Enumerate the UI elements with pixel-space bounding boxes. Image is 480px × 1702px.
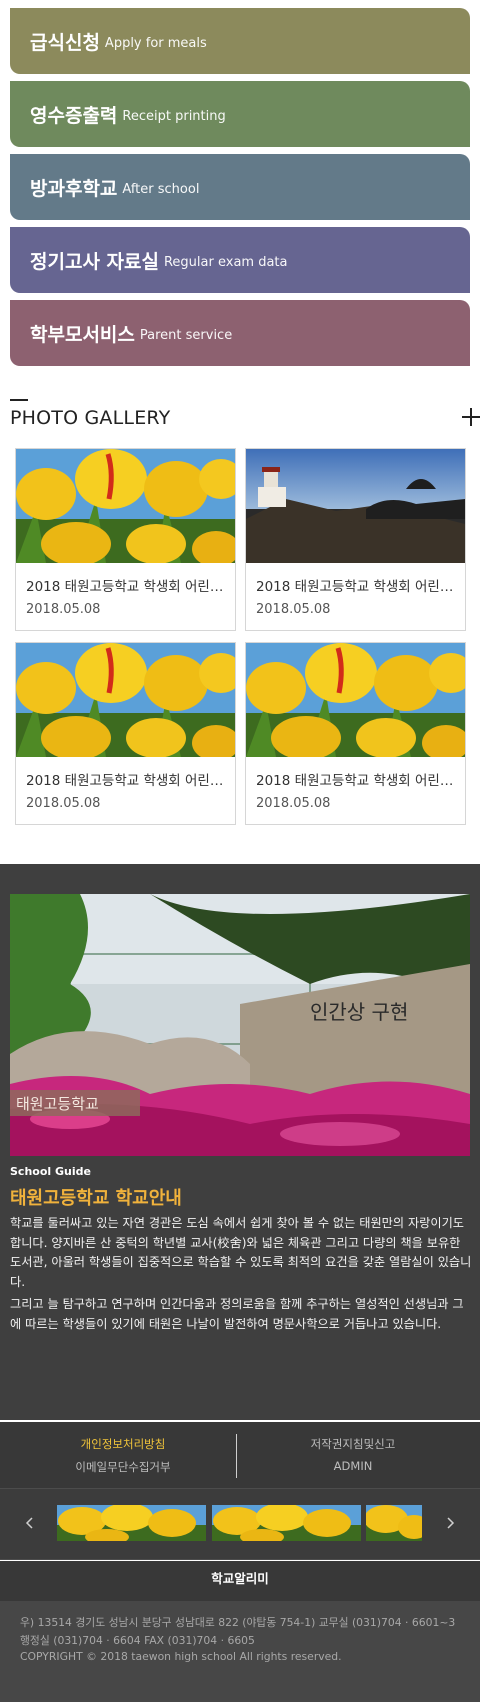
banner-image[interactable]: [57, 1505, 206, 1541]
guide-title: 태원고등학교 학교안내: [10, 1188, 182, 1209]
footer-contacts: 행정실 (031)704 · 6604 FAX (031)704 · 6605: [20, 1634, 255, 1647]
gallery-item-title: 2018 태원고등학교 학생회 어린이날 행사: [256, 773, 454, 789]
menu-label-en: Receipt printing: [122, 108, 226, 124]
guide-paragraph: 학교를 둘러싸고 있는 자연 경관은 도심 속에서 쉽게 찾아 볼 수 없는 태…: [10, 1216, 472, 1289]
chevron-left-icon[interactable]: [23, 1515, 37, 1529]
menu-label-ko: 정기고사 자료실: [30, 250, 159, 273]
footer-links: 개인정보처리방침 이메일무단수집거부 저작권지침및신고 ADMIN: [0, 1422, 480, 1488]
gallery-card[interactable]: 2018 태원고등학교 학생회 어린이날 행사 2018.05.08: [245, 642, 466, 825]
site-footer: 우) 13514 경기도 성남시 분당구 성남대로 822 (야탑동 754-1…: [0, 1601, 480, 1702]
tulips-photo: [16, 449, 235, 563]
footer-address: 우) 13514 경기도 성남시 분당구 성남대로 822 (야탑동 754-1…: [20, 1616, 456, 1629]
gallery-item-date: 2018.05.08: [256, 796, 331, 811]
stone-inscription: 인간상 구현: [310, 1000, 408, 1024]
banner-image[interactable]: [212, 1505, 361, 1541]
gallery-item-title: 2018 태원고등학교 학생회 어린이날 행사: [26, 773, 224, 789]
menu-label-ko: 학부모서비스: [30, 323, 135, 346]
gallery-item-date: 2018.05.08: [26, 796, 101, 811]
school-info-link[interactable]: 학교알리미: [0, 1561, 480, 1601]
gallery-card[interactable]: 2018 태원고등학교 학생회 어린이날 행사 2018.05.08: [15, 642, 236, 825]
footer-copyright: COPYRIGHT © 2018 taewon high school All …: [20, 1650, 342, 1663]
menu-exam-data[interactable]: 정기고사 자료실 Regular exam data: [10, 227, 470, 293]
menu-label-en: After school: [122, 181, 200, 197]
gallery-title: PHOTO GALLERY: [10, 407, 171, 429]
email-refusal-link[interactable]: 이메일무단수집거부: [23, 1459, 223, 1475]
tulips-photo: [16, 643, 235, 757]
menu-parent-service[interactable]: 학부모서비스 Parent service: [10, 300, 470, 366]
menu-label-ko: 영수증출력: [30, 104, 118, 127]
privacy-policy-link[interactable]: 개인정보처리방침: [23, 1436, 223, 1452]
menu-label-en: Parent service: [139, 327, 233, 343]
gallery-card[interactable]: 2018 태원고등학교 학생회 어린이날 행사 2018.05.08: [245, 448, 466, 631]
chevron-right-icon[interactable]: [443, 1515, 457, 1529]
gallery-title-accent: [10, 399, 28, 401]
copyright-policy-link[interactable]: 저작권지침및신고: [253, 1436, 453, 1452]
admin-link[interactable]: ADMIN: [253, 1459, 453, 1473]
gallery-item-date: 2018.05.08: [26, 602, 101, 617]
gallery-card[interactable]: 2018 태원고등학교 학생회 어린이날 행사 2018.05.08: [15, 448, 236, 631]
menu-label-ko: 방과후학교: [30, 177, 118, 200]
menu-receipt-printing[interactable]: 영수증출력 Receipt printing: [10, 81, 470, 147]
menu-after-school[interactable]: 방과후학교 After school: [10, 154, 470, 220]
links-divider: [236, 1434, 237, 1478]
school-sign: 태원고등학교: [16, 1095, 99, 1113]
lighthouse-photo: [246, 449, 465, 563]
gallery-item-title: 2018 태원고등학교 학생회 어린이날 행사: [26, 579, 224, 595]
school-photo: 인간상 구현 태원고등학교: [10, 894, 470, 1156]
banner-image[interactable]: [366, 1505, 422, 1541]
plus-icon[interactable]: [460, 406, 480, 428]
menu-label-en: Apply for meals: [104, 35, 207, 51]
menu-label-en: Regular exam data: [163, 254, 288, 270]
tulips-photo: [246, 643, 465, 757]
menu-apply-meals[interactable]: 급식신청 Apply for meals: [10, 8, 470, 74]
gallery-item-title: 2018 태원고등학교 학생회 어린이날 행사: [256, 579, 454, 595]
guide-subtitle: School Guide: [10, 1165, 91, 1178]
gallery-item-date: 2018.05.08: [256, 602, 331, 617]
menu-label-ko: 급식신청: [30, 31, 100, 54]
guide-paragraph: 그리고 늘 탐구하고 연구하며 인간다움과 정의로움을 함께 추구하는 열성적인…: [10, 1297, 464, 1331]
